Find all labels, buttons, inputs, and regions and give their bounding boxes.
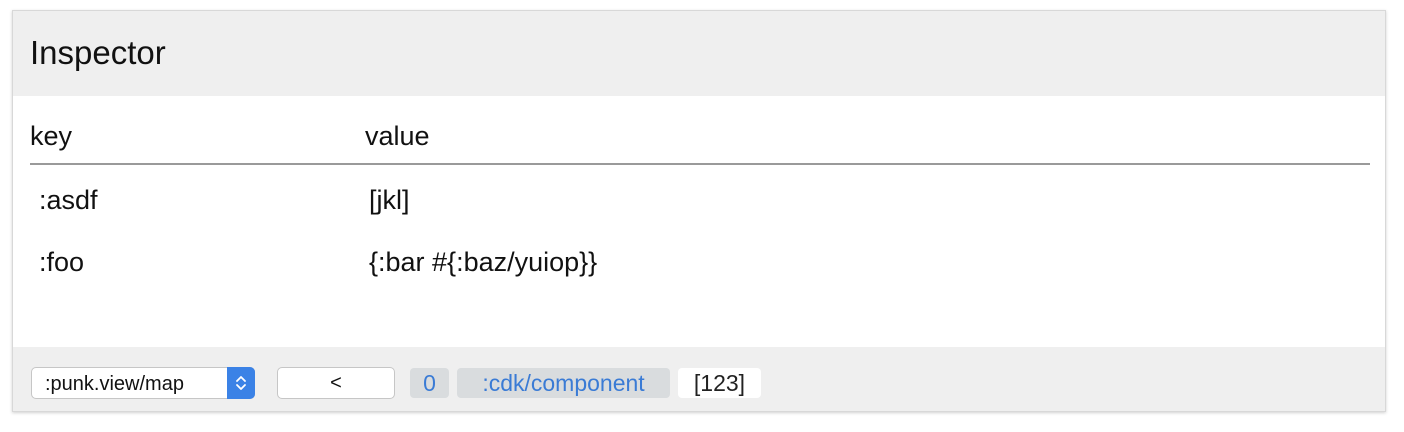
inspector-panel: Inspector key value :asdf [jkl] :foo {:b… [12,10,1386,412]
value-tag: [123] [678,368,761,398]
table-row[interactable]: :foo {:bar #{:baz/yuiop}} [30,227,1370,289]
table-row[interactable]: :asdf [jkl] [30,165,1370,227]
history-index-link[interactable]: 0 [410,368,449,398]
column-header-value: value [365,121,430,151]
row-key: :asdf [39,185,98,215]
table-header-row: key value [30,115,1370,165]
row-value[interactable]: {:bar #{:baz/yuiop}} [369,247,597,278]
inspector-footer: :punk.view/map < 0 :cdk/component [123] [13,347,1385,411]
row-value[interactable]: [jkl] [369,185,410,216]
key-value-table: key value :asdf [jkl] :foo {:bar #{:baz/… [30,115,1370,289]
page-title: Inspector [30,34,166,71]
select-arrows-icon[interactable] [227,367,255,399]
row-key: :foo [39,247,85,277]
back-button[interactable]: < [277,367,395,399]
column-header-key: key [30,121,73,151]
view-select-value: :punk.view/map [45,373,184,395]
inspector-header: Inspector [13,11,1385,96]
component-link[interactable]: :cdk/component [457,368,670,398]
view-select[interactable]: :punk.view/map [31,367,255,399]
